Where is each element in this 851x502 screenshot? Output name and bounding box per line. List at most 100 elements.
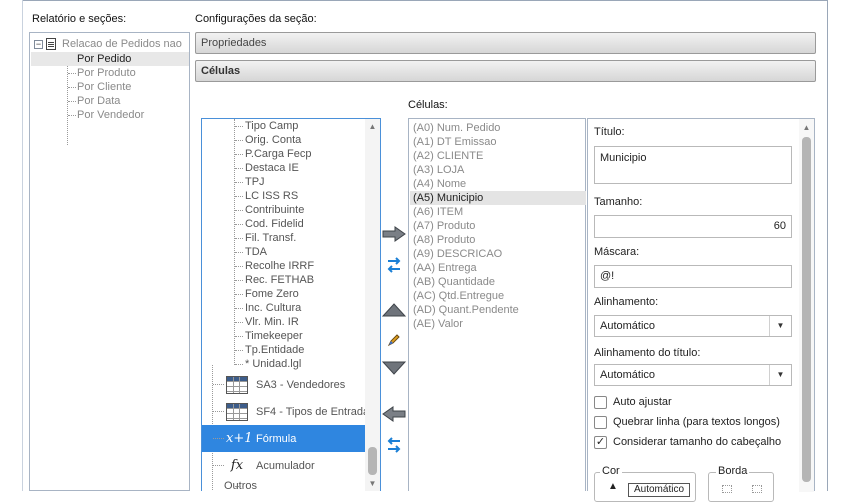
formula-icon: x+1	[226, 431, 253, 446]
cell-item[interactable]: (A0) Num. Pedido	[410, 121, 586, 135]
scrollbar-thumb[interactable]	[368, 447, 377, 475]
tree-root[interactable]: − Relacao de Pedidos nao	[34, 36, 182, 52]
field-item[interactable]: * Unidad.lgl	[202, 357, 365, 371]
cell-item[interactable]: (A2) CLIENTE	[410, 149, 586, 163]
quebrar-linha-checkbox[interactable]: Quebrar linha (para textos longos)	[594, 414, 780, 430]
cell-item[interactable]: (A4) Nome	[410, 177, 586, 191]
field-item[interactable]: Fome Zero	[202, 287, 365, 301]
cell-item[interactable]: (A6) ITEM	[410, 205, 586, 219]
field-group-sa3[interactable]: SA3 - Vendedores	[202, 371, 365, 398]
field-item[interactable]: Rec. FETHAB	[202, 273, 365, 287]
cell-properties-panel: Título: Municipio Tamanho: 60 Máscara: @…	[587, 118, 815, 502]
add-cell-button[interactable]	[381, 223, 407, 245]
scroll-down-icon[interactable]: ▼	[367, 478, 378, 490]
cell-item[interactable]: (A9) DESCRICAO	[410, 247, 586, 261]
border-none-icon[interactable]	[722, 485, 732, 493]
field-item[interactable]: Inc. Cultura	[202, 301, 365, 315]
collapse-icon[interactable]: −	[34, 39, 43, 49]
move-up-icon	[382, 303, 406, 317]
field-group-sf4[interactable]: SF4 - Tipos de Entrada	[202, 398, 369, 425]
alinhamento-titulo-label: Alinhamento do título:	[594, 347, 701, 359]
auto-ajustar-label: Auto ajustar	[613, 396, 672, 408]
properties-scrollbar[interactable]: ▲	[799, 119, 814, 492]
border-all-icon[interactable]	[752, 485, 762, 493]
tree-item-por-cliente[interactable]: Por Cliente	[31, 80, 189, 94]
mascara-field[interactable]: @!	[594, 265, 792, 288]
scroll-up-icon[interactable]: ▲	[367, 121, 378, 133]
field-item[interactable]: Cod. Fidelid	[202, 217, 365, 231]
move-up-button[interactable]	[381, 299, 407, 321]
scroll-up-icon[interactable]: ▲	[801, 122, 812, 134]
field-item[interactable]: Tipo Camp	[202, 119, 365, 133]
field-item[interactable]: TPJ	[202, 175, 365, 189]
swap-button[interactable]	[381, 434, 407, 456]
field-list-scrollbar[interactable]: ▲ ▼	[365, 119, 380, 491]
report-tree[interactable]: − Relacao de Pedidos nao Por Pedido Por …	[29, 32, 190, 491]
field-item-outros[interactable]: Outros	[202, 479, 365, 491]
fx-icon: fx	[230, 458, 244, 473]
alinhamento-value: Automático	[600, 320, 656, 332]
tree-root-label: Relacao de Pedidos nao	[62, 38, 182, 50]
alinhamento-titulo-value: Automático	[600, 369, 656, 381]
cell-item[interactable]: (A8) Produto	[410, 233, 586, 247]
tree-item-por-vendedor[interactable]: Por Vendedor	[31, 108, 189, 122]
checkbox-box[interactable]	[594, 415, 607, 429]
field-item[interactable]: Contribuinte	[202, 203, 365, 217]
checkbox-box[interactable]	[594, 395, 607, 409]
window-left-border	[22, 0, 23, 491]
cells-bar[interactable]: Células	[195, 60, 816, 82]
window-top-border	[22, 0, 828, 1]
cells-list[interactable]: (A0) Num. Pedido (A1) DT Emissao (A2) CL…	[408, 118, 586, 491]
checkmark-icon[interactable]: ✓	[594, 435, 607, 449]
field-item[interactable]: Destaca IE	[202, 161, 365, 175]
titulo-field[interactable]: Municipio	[594, 146, 792, 184]
cor-select[interactable]: Automático	[628, 483, 690, 497]
tree-item-por-produto[interactable]: Por Produto	[31, 66, 189, 80]
cell-item[interactable]: (AA) Entrega	[410, 261, 586, 275]
field-list[interactable]: Tipo Camp Orig. Conta P.Carga Fecp Desta…	[201, 118, 381, 491]
window-right-border	[827, 0, 828, 491]
quebrar-linha-label: Quebrar linha (para textos longos)	[613, 416, 780, 428]
properties-bar[interactable]: Propriedades	[195, 32, 816, 54]
field-item[interactable]: P.Carga Fecp	[202, 147, 365, 161]
transfer-icon	[387, 257, 401, 273]
field-item[interactable]: LC ISS RS	[202, 189, 365, 203]
arrow-right-icon	[382, 226, 406, 242]
considerar-tamanho-checkbox[interactable]: ✓ Considerar tamanho do cabeçalho	[594, 434, 781, 450]
field-group-label: SF4 - Tipos de Entrada	[256, 405, 370, 418]
move-down-button[interactable]	[381, 357, 407, 379]
cell-item[interactable]: (AD) Quant.Pendente	[410, 303, 586, 317]
cell-item[interactable]: (A7) Produto	[410, 219, 586, 233]
alinhamento-titulo-select[interactable]: Automático ▼	[594, 364, 792, 386]
cell-item[interactable]: (AE) Valor	[410, 317, 586, 331]
field-item[interactable]: Timekeeper	[202, 329, 365, 343]
tree-item-por-pedido[interactable]: Por Pedido	[31, 52, 189, 66]
cell-item-selected[interactable]: (A5) Municipio	[410, 191, 586, 205]
field-item[interactable]: Vlr. Min. IR	[202, 315, 365, 329]
cell-item[interactable]: (AB) Quantidade	[410, 275, 586, 289]
cell-item[interactable]: (AC) Qtd.Entregue	[410, 289, 586, 303]
edit-cell-button[interactable]	[381, 329, 407, 351]
field-item[interactable]: TDA	[202, 245, 365, 259]
transfer-button[interactable]	[381, 254, 407, 276]
field-group-formula[interactable]: x+1 Fórmula	[202, 425, 365, 452]
field-item[interactable]: Orig. Conta	[202, 133, 365, 147]
field-group-acumulador[interactable]: fx Acumulador	[202, 452, 365, 479]
remove-cell-button[interactable]	[381, 403, 407, 425]
field-item[interactable]: Recolhe IRRF	[202, 259, 365, 273]
field-item[interactable]: Tp.Entidade	[202, 343, 365, 357]
tree-item-por-data[interactable]: Por Data	[31, 94, 189, 108]
cell-item[interactable]: (A1) DT Emissao	[410, 135, 586, 149]
field-item[interactable]: Fil. Transf.	[202, 231, 365, 245]
arrow-left-icon	[382, 406, 406, 422]
move-down-icon	[382, 361, 406, 375]
chevron-down-icon[interactable]: ▼	[769, 316, 791, 336]
section-settings-heading: Configurações da seção:	[195, 13, 317, 25]
alinhamento-select[interactable]: Automático ▼	[594, 315, 792, 337]
considerar-tamanho-label: Considerar tamanho do cabeçalho	[613, 436, 782, 448]
scrollbar-thumb[interactable]	[802, 137, 811, 482]
tamanho-field[interactable]: 60	[594, 215, 792, 238]
chevron-down-icon[interactable]: ▼	[769, 365, 791, 385]
cell-item[interactable]: (A3) LOJA	[410, 163, 586, 177]
auto-ajustar-checkbox[interactable]: Auto ajustar	[594, 394, 672, 410]
